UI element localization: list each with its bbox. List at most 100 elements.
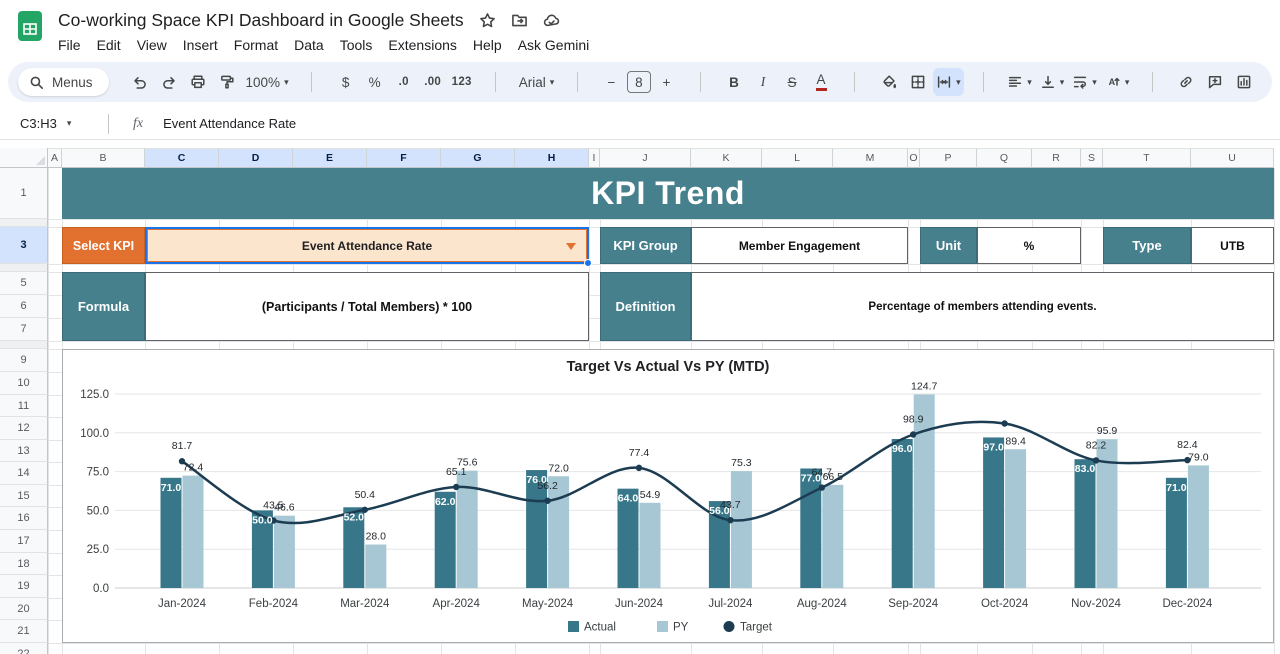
menus-button[interactable]: Menus xyxy=(18,68,109,96)
cloud-status-icon[interactable] xyxy=(543,12,560,29)
row-header-4[interactable] xyxy=(0,264,48,272)
number-format-icon[interactable]: 123 xyxy=(448,68,475,96)
zoom-select[interactable]: 100%▾ xyxy=(243,68,292,96)
row-header-12[interactable]: 12 xyxy=(0,417,48,440)
column-header-R[interactable]: R xyxy=(1032,148,1081,168)
print-icon[interactable] xyxy=(185,68,212,96)
doc-title[interactable]: Co-working Space KPI Dashboard in Google… xyxy=(58,10,464,31)
star-icon[interactable] xyxy=(479,12,496,29)
cell-banner[interactable]: KPI Trend xyxy=(62,168,1274,219)
menu-data[interactable]: Data xyxy=(286,34,332,56)
row-header-9[interactable]: 9 xyxy=(0,349,48,372)
merge-cells-icon[interactable]: ▾ xyxy=(933,68,964,96)
menu-file[interactable]: File xyxy=(50,34,89,56)
cell-unit-label[interactable]: Unit xyxy=(920,227,977,264)
column-header-G[interactable]: G xyxy=(441,148,515,168)
column-header-Q[interactable]: Q xyxy=(977,148,1032,168)
cell-kpi-dropdown[interactable]: Event Attendance Rate xyxy=(145,227,589,264)
row-header-1[interactable]: 1 xyxy=(0,168,48,219)
row-header-16[interactable]: 16 xyxy=(0,507,48,530)
italic-icon[interactable]: I xyxy=(750,68,777,96)
column-header-H[interactable]: H xyxy=(515,148,589,168)
row-header-20[interactable]: 20 xyxy=(0,598,48,620)
sheets-logo[interactable] xyxy=(16,9,44,43)
column-header-F[interactable]: F xyxy=(367,148,441,168)
select-all-corner[interactable] xyxy=(0,148,48,168)
row-header-7[interactable]: 7 xyxy=(0,318,48,341)
cell-select-kpi-label[interactable]: Select KPI xyxy=(62,227,145,264)
menu-edit[interactable]: Edit xyxy=(89,34,129,56)
row-header-13[interactable]: 13 xyxy=(0,440,48,462)
menu-tools[interactable]: Tools xyxy=(332,34,381,56)
column-header-U[interactable]: U xyxy=(1191,148,1274,168)
chart-object[interactable]: Target Vs Actual Vs PY (MTD) 0.025.050.0… xyxy=(62,349,1274,643)
dropdown-arrow-icon[interactable] xyxy=(566,243,576,250)
menu-help[interactable]: Help xyxy=(465,34,510,56)
column-header-J[interactable]: J xyxy=(600,148,691,168)
row-header-18[interactable]: 18 xyxy=(0,553,48,575)
column-header-P[interactable]: P xyxy=(920,148,977,168)
row-header-5[interactable]: 5 xyxy=(0,272,48,295)
font-select[interactable]: Arial▾ xyxy=(516,68,558,96)
row-header-3[interactable]: 3 xyxy=(0,227,48,264)
add-comment-icon[interactable] xyxy=(1202,68,1229,96)
decrease-font-icon[interactable]: − xyxy=(598,68,625,96)
row-header-21[interactable]: 21 xyxy=(0,620,48,643)
text-wrap-icon[interactable]: ▾ xyxy=(1069,68,1100,96)
decrease-decimal-icon[interactable]: .0 xyxy=(390,68,417,96)
redo-icon[interactable] xyxy=(156,68,183,96)
text-color-icon[interactable]: A xyxy=(808,68,835,96)
column-header-S[interactable]: S xyxy=(1081,148,1103,168)
row-header-17[interactable]: 17 xyxy=(0,530,48,553)
formula-input[interactable]: Event Attendance Rate xyxy=(163,116,296,131)
column-header-L[interactable]: L xyxy=(762,148,833,168)
cell-type-value[interactable]: UTB xyxy=(1191,227,1274,264)
link-icon[interactable] xyxy=(1173,68,1200,96)
row-header-10[interactable]: 10 xyxy=(0,372,48,395)
percent-icon[interactable]: % xyxy=(361,68,388,96)
menu-ask-gemini[interactable]: Ask Gemini xyxy=(510,34,598,56)
insert-chart-icon[interactable] xyxy=(1231,68,1258,96)
cell-formula-value[interactable]: (Participants / Total Members) * 100 xyxy=(145,272,589,341)
cell-kpi-group-label[interactable]: KPI Group xyxy=(600,227,691,264)
menu-extensions[interactable]: Extensions xyxy=(380,34,464,56)
menu-insert[interactable]: Insert xyxy=(175,34,226,56)
cell-definition-value[interactable]: Percentage of members attending events. xyxy=(691,272,1274,341)
bold-icon[interactable]: B xyxy=(721,68,748,96)
row-header-15[interactable]: 15 xyxy=(0,485,48,507)
fill-handle[interactable] xyxy=(584,259,592,267)
column-header-O[interactable]: O xyxy=(908,148,920,168)
row-header-14[interactable]: 14 xyxy=(0,462,48,485)
row-header-2[interactable] xyxy=(0,219,48,227)
column-header-M[interactable]: M xyxy=(833,148,908,168)
row-header-11[interactable]: 11 xyxy=(0,395,48,417)
row-header-6[interactable]: 6 xyxy=(0,295,48,318)
column-header-T[interactable]: T xyxy=(1103,148,1191,168)
fill-color-icon[interactable] xyxy=(875,68,902,96)
column-header-E[interactable]: E xyxy=(293,148,367,168)
move-icon[interactable] xyxy=(511,12,528,29)
menu-view[interactable]: View xyxy=(129,34,175,56)
text-rotation-icon[interactable]: A▾ xyxy=(1102,68,1133,96)
align-left-icon[interactable]: ▾ xyxy=(1004,68,1035,96)
paint-format-icon[interactable] xyxy=(214,68,241,96)
column-header-I[interactable]: I xyxy=(589,148,600,168)
increase-font-icon[interactable]: + xyxy=(653,68,680,96)
cell-unit-value[interactable]: % xyxy=(977,227,1081,264)
column-header-C[interactable]: C xyxy=(145,148,219,168)
column-header-A[interactable]: A xyxy=(48,148,62,168)
undo-icon[interactable] xyxy=(127,68,154,96)
cell-type-label[interactable]: Type xyxy=(1103,227,1191,264)
column-header-B[interactable]: B xyxy=(62,148,145,168)
font-size-input[interactable]: 8 xyxy=(627,71,651,93)
strikethrough-icon[interactable]: S xyxy=(779,68,806,96)
row-header-8[interactable] xyxy=(0,341,48,349)
vertical-align-icon[interactable]: ▾ xyxy=(1037,68,1068,96)
column-header-K[interactable]: K xyxy=(691,148,762,168)
cell-definition-label[interactable]: Definition xyxy=(600,272,691,341)
cell-kpi-group-value[interactable]: Member Engagement xyxy=(691,227,908,264)
column-header-D[interactable]: D xyxy=(219,148,293,168)
borders-icon[interactable] xyxy=(904,68,931,96)
name-box[interactable]: C3:H3 ▾ xyxy=(14,116,106,131)
increase-decimal-icon[interactable]: .00 xyxy=(419,68,446,96)
